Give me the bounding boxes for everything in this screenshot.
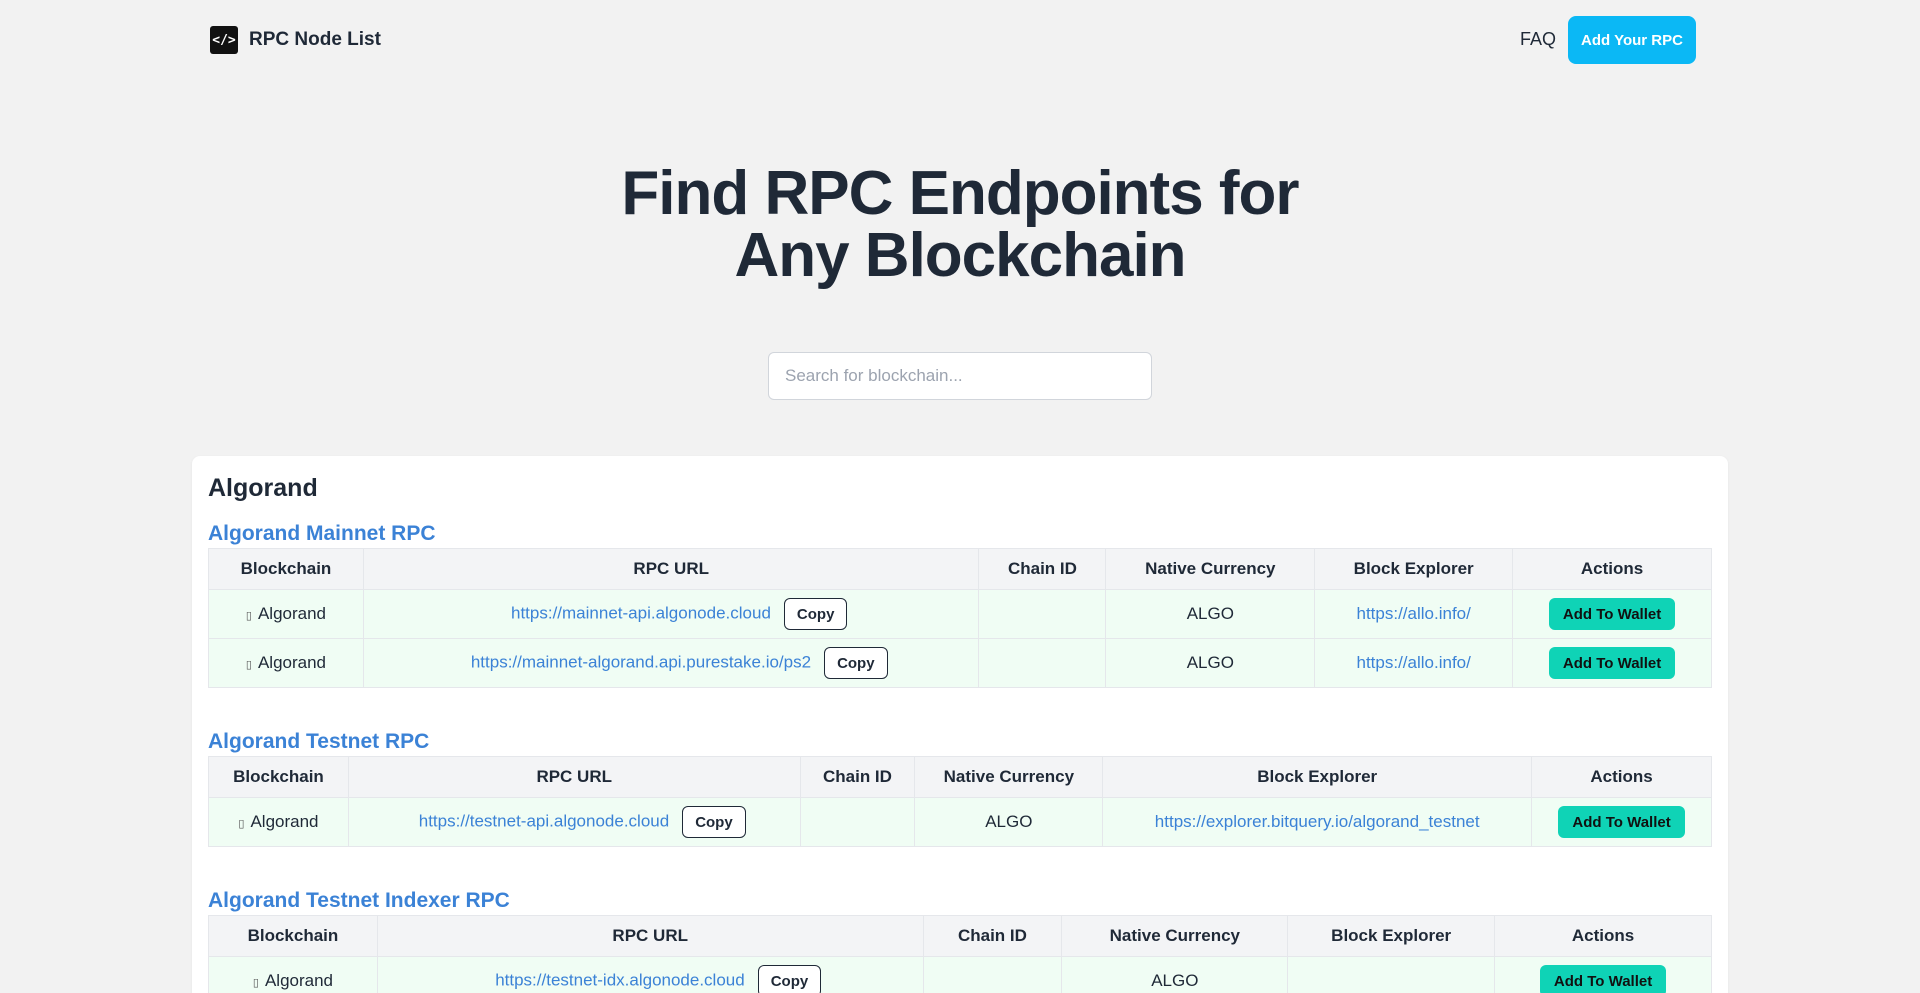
explorer-cell: https://allo.info/ [1314, 638, 1514, 688]
rpc-url-link[interactable]: https://mainnet-api.algonode.cloud [511, 603, 771, 622]
copy-button[interactable]: Copy [783, 598, 848, 630]
currency-cell: ALGO [1105, 638, 1316, 688]
column-header: Native Currency [1105, 548, 1316, 590]
hero-title-line1: Find RPC Endpoints for [621, 159, 1299, 228]
table-row: ▯ Algorand https://testnet-idx.algonode.c… [208, 956, 1712, 993]
column-header: Actions [1531, 756, 1712, 798]
rpc-url-cell: https://mainnet-api.algonode.cloud Copy [362, 589, 980, 639]
column-header: Chain ID [922, 915, 1063, 957]
column-header: RPC URL [347, 756, 801, 798]
chain-icon: ▯ [245, 610, 252, 622]
add-to-wallet-button[interactable]: Add To Wallet [1558, 806, 1685, 838]
chain-name: Algorand [257, 604, 327, 623]
copy-button[interactable]: Copy [824, 647, 888, 679]
site-logo[interactable]: </> RPC Node List [210, 26, 381, 54]
rpc-url-link[interactable]: https://mainnet-algorand.api.purestake.i… [471, 652, 811, 671]
top-nav: </> RPC Node List FAQ Add Your RPC [0, 0, 1920, 80]
chain-id-cell [978, 638, 1107, 688]
site-name: RPC Node List [249, 29, 381, 50]
blockchain-card: Algorand Algorand Mainnet RPC Blockchain… [192, 456, 1728, 993]
code-icon: </> [210, 26, 238, 54]
column-header: Actions [1512, 548, 1712, 590]
actions-cell: Add To Wallet [1531, 797, 1712, 847]
chain-id-cell [922, 956, 1063, 993]
rpc-url-cell: https://mainnet-algorand.api.purestake.i… [362, 638, 980, 688]
chain-cell: ▯ Algorand [208, 797, 349, 847]
chain-id-cell [978, 589, 1107, 639]
copy-button[interactable]: Copy [682, 806, 746, 838]
explorer-cell [1287, 956, 1496, 993]
column-header: Blockchain [208, 756, 349, 798]
add-to-wallet-button[interactable]: Add To Wallet [1539, 965, 1667, 993]
add-to-wallet-button[interactable]: Add To Wallet [1548, 647, 1676, 679]
actions-cell: Add To Wallet [1512, 638, 1712, 688]
chain-icon: ▯ [252, 977, 259, 989]
chain-id-cell [799, 797, 916, 847]
column-header: Native Currency [1061, 915, 1289, 957]
column-header: Chain ID [978, 548, 1107, 590]
explorer-cell: https://allo.info/ [1314, 589, 1514, 639]
currency-cell: ALGO [1061, 956, 1289, 993]
rpc-url-cell: https://testnet-idx.algonode.cloud Copy [376, 956, 924, 993]
explorer-cell: https://explorer.bitquery.io/algorand_te… [1102, 797, 1533, 847]
table-header-row: Blockchain RPC URL Chain ID Native Curre… [208, 756, 1712, 798]
actions-cell: Add To Wallet [1512, 589, 1712, 639]
blockchain-title: Algorand [208, 474, 318, 502]
currency-cell: ALGO [914, 797, 1104, 847]
column-header: RPC URL [362, 548, 980, 590]
chain-icon: ▯ [245, 659, 252, 671]
column-header: Blockchain [208, 915, 378, 957]
add-your-rpc-button[interactable]: Add Your RPC [1568, 16, 1696, 64]
explorer-link[interactable]: https://allo.info/ [1357, 653, 1471, 672]
rpc-url-link[interactable]: https://testnet-api.algonode.cloud [419, 811, 669, 830]
column-header: Blockchain [208, 548, 364, 590]
table-row: ▯ Algorand https://testnet-api.algonode.c… [208, 797, 1712, 847]
rpc-table: Blockchain RPC URL Chain ID Native Curre… [208, 915, 1712, 993]
chain-cell: ▯ Algorand [208, 589, 364, 639]
rpc-table: Blockchain RPC URL Chain ID Native Curre… [208, 548, 1712, 688]
column-header: Block Explorer [1102, 756, 1533, 798]
column-header: Chain ID [799, 756, 916, 798]
rpc-url-cell: https://testnet-api.algonode.cloud Copy [347, 797, 801, 847]
explorer-link[interactable]: https://allo.info/ [1357, 604, 1471, 623]
chain-name: Algorand [250, 812, 319, 831]
currency-cell: ALGO [1105, 589, 1316, 639]
network-title[interactable]: Algorand Testnet RPC [208, 730, 429, 754]
actions-cell: Add To Wallet [1494, 956, 1712, 993]
chain-name: Algorand [257, 653, 327, 672]
copy-button[interactable]: Copy [757, 965, 822, 993]
chain-cell: ▯ Algorand [208, 956, 378, 993]
column-header: RPC URL [376, 915, 924, 957]
search-input[interactable] [768, 352, 1152, 400]
table-row: ▯ Algorand https://mainnet-api.algonode.c… [208, 589, 1712, 639]
chain-cell: ▯ Algorand [208, 638, 364, 688]
explorer-link[interactable]: https://explorer.bitquery.io/algorand_te… [1155, 812, 1480, 831]
column-header: Block Explorer [1314, 548, 1514, 590]
rpc-url-link[interactable]: https://testnet-idx.algonode.cloud [495, 970, 745, 989]
table-header-row: Blockchain RPC URL Chain ID Native Curre… [208, 915, 1712, 957]
column-header: Native Currency [914, 756, 1104, 798]
network-title[interactable]: Algorand Mainnet RPC [208, 522, 436, 546]
hero-title-line2: Any Blockchain [734, 221, 1186, 290]
table-row: ▯ Algorand https://mainnet-algorand.api.p… [208, 638, 1712, 688]
table-header-row: Blockchain RPC URL Chain ID Native Curre… [208, 548, 1712, 590]
faq-link[interactable]: FAQ [1520, 29, 1556, 50]
network-title[interactable]: Algorand Testnet Indexer RPC [208, 889, 510, 913]
add-to-wallet-button[interactable]: Add To Wallet [1548, 598, 1676, 630]
hero-title: Find RPC Endpoints for Any Blockchain [0, 163, 1920, 287]
chain-name: Algorand [264, 971, 334, 990]
rpc-table: Blockchain RPC URL Chain ID Native Curre… [208, 756, 1712, 847]
chain-icon: ▯ [238, 818, 245, 830]
column-header: Block Explorer [1287, 915, 1496, 957]
column-header: Actions [1494, 915, 1712, 957]
